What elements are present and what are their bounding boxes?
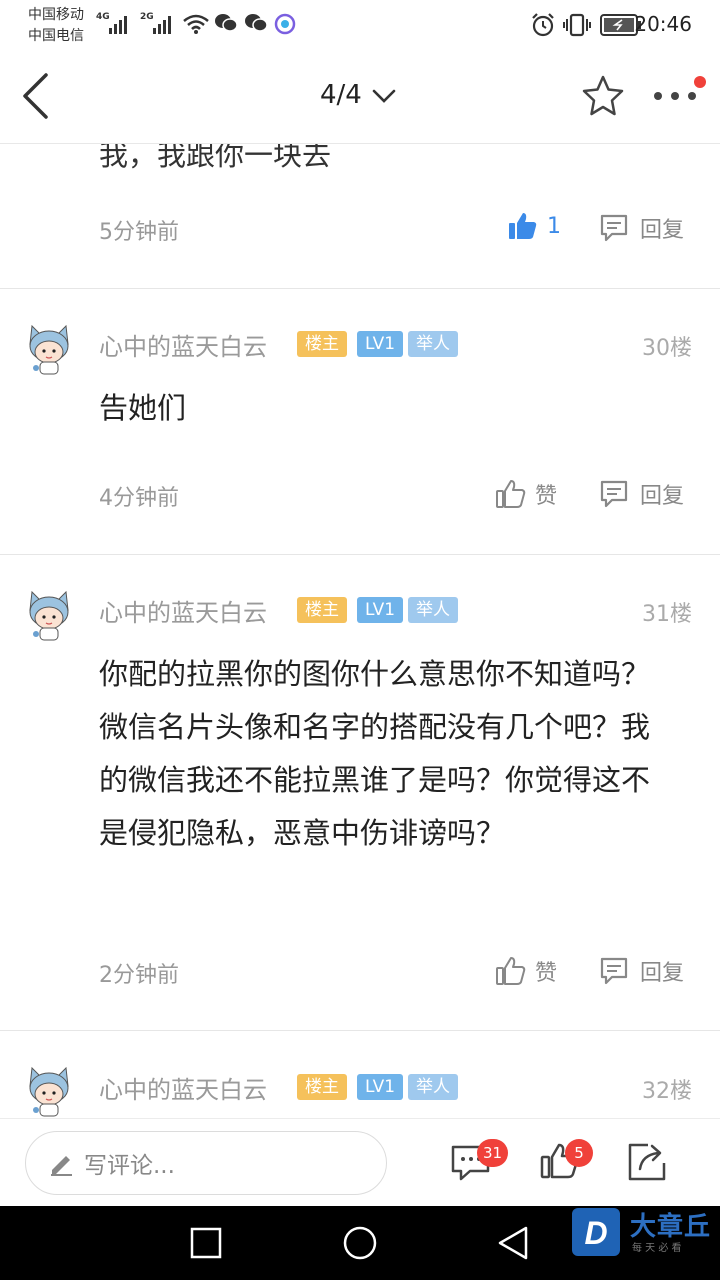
page-indicator[interactable]: 4/4 bbox=[320, 80, 362, 110]
comment-placeholder: 写评论... bbox=[84, 1153, 175, 1179]
username[interactable]: 心中的蓝天白云 bbox=[99, 327, 267, 362]
comment-text: 你配的拉黑你的图你什么意思你不知道吗？微信名片头像和名字的搭配没有几个吧？我的微… bbox=[99, 657, 651, 850]
logo-letter: D bbox=[584, 1215, 607, 1251]
floor-number: 30楼 bbox=[642, 336, 692, 361]
reply-button[interactable]: 回复 bbox=[598, 478, 684, 510]
divider bbox=[0, 288, 720, 289]
wechat-icon-2 bbox=[245, 14, 268, 32]
divider bbox=[0, 1030, 720, 1031]
clock: 20:46 bbox=[634, 12, 692, 36]
network-type-2: 2G bbox=[140, 12, 154, 22]
badge-title: 举人 bbox=[408, 1074, 458, 1100]
comment-time: 2分钟前 bbox=[99, 963, 179, 988]
like-count-badge: 5 bbox=[565, 1139, 593, 1167]
wifi-icon bbox=[183, 14, 209, 34]
badge-level: LV1 bbox=[357, 331, 404, 357]
like-count: 1 bbox=[547, 213, 561, 239]
avatar[interactable] bbox=[26, 590, 72, 642]
like-button[interactable]: 赞 bbox=[495, 955, 557, 987]
comment-list: 我，我跟你一块去 5分钟前 1 回复 心中的蓝天白云 楼主 LV1 举人 30楼… bbox=[0, 144, 720, 1118]
comment-count-badge: 31 bbox=[477, 1139, 509, 1167]
badge-title: 举人 bbox=[408, 331, 458, 357]
nav-back-icon[interactable] bbox=[496, 1225, 530, 1261]
share-icon[interactable] bbox=[626, 1141, 668, 1183]
badge-level: LV1 bbox=[357, 597, 404, 623]
qq-icon bbox=[274, 13, 296, 35]
username[interactable]: 心中的蓝天白云 bbox=[99, 593, 267, 628]
back-icon[interactable] bbox=[20, 72, 52, 122]
divider bbox=[0, 554, 720, 555]
bottom-action-bar: 写评论... 31 5 bbox=[0, 1118, 720, 1206]
reply-icon bbox=[600, 957, 628, 985]
logo-d-icon: D bbox=[572, 1208, 620, 1256]
nav-square-icon[interactable] bbox=[190, 1227, 222, 1259]
thumb-up-icon bbox=[509, 213, 537, 239]
more-icon[interactable] bbox=[650, 74, 710, 114]
thumb-up-icon bbox=[496, 957, 526, 985]
badge-level: LV1 bbox=[357, 1074, 404, 1100]
avatar[interactable] bbox=[26, 324, 72, 376]
network-type-1: 4G bbox=[96, 12, 110, 22]
comment-time: 4分钟前 bbox=[99, 486, 179, 511]
like-button[interactable]: 赞 bbox=[495, 478, 557, 510]
brand-name: 大章丘 bbox=[630, 1212, 712, 1242]
reply-icon bbox=[600, 480, 628, 508]
like-button[interactable]: 1 bbox=[507, 210, 561, 242]
top-nav-bar: 4/4 bbox=[0, 50, 720, 144]
alarm-icon bbox=[532, 13, 554, 37]
chevron-down-icon[interactable] bbox=[372, 88, 396, 104]
avatar[interactable] bbox=[26, 1066, 72, 1118]
floor-number: 31楼 bbox=[642, 602, 692, 627]
badge-owner: 楼主 bbox=[297, 1074, 347, 1100]
carrier-1: 中国移动 bbox=[28, 7, 84, 23]
thumb-up-icon bbox=[496, 480, 526, 508]
carrier-2: 中国电信 bbox=[28, 28, 84, 44]
wechat-icon bbox=[215, 14, 238, 32]
badge-owner: 楼主 bbox=[297, 597, 347, 623]
comment-input[interactable]: 写评论... bbox=[25, 1131, 387, 1195]
status-bar: 中国移动 中国电信 4G 2G 20:46 bbox=[0, 0, 720, 50]
comment-text: 告她们 bbox=[99, 391, 187, 425]
watermark-logo: D 大章丘 每 天 必 看 bbox=[570, 1206, 720, 1258]
reply-button[interactable]: 回复 bbox=[598, 955, 684, 987]
comment-text: 我，我跟你一块去 bbox=[99, 144, 332, 172]
vibrate-icon bbox=[563, 13, 591, 37]
signal-icon-2 bbox=[153, 14, 171, 34]
brand-slogan: 每 天 必 看 bbox=[632, 1243, 682, 1254]
signal-icon bbox=[109, 14, 127, 34]
badge-owner: 楼主 bbox=[297, 331, 347, 357]
badge-title: 举人 bbox=[408, 597, 458, 623]
floor-number: 32楼 bbox=[642, 1079, 692, 1104]
reply-icon bbox=[600, 214, 628, 242]
username[interactable]: 心中的蓝天白云 bbox=[99, 1070, 267, 1105]
nav-circle-icon[interactable] bbox=[342, 1225, 378, 1261]
reply-button[interactable]: 回复 bbox=[598, 212, 684, 244]
comment-time: 5分钟前 bbox=[99, 220, 179, 245]
pencil-icon bbox=[51, 1156, 72, 1176]
star-icon[interactable] bbox=[581, 74, 625, 118]
